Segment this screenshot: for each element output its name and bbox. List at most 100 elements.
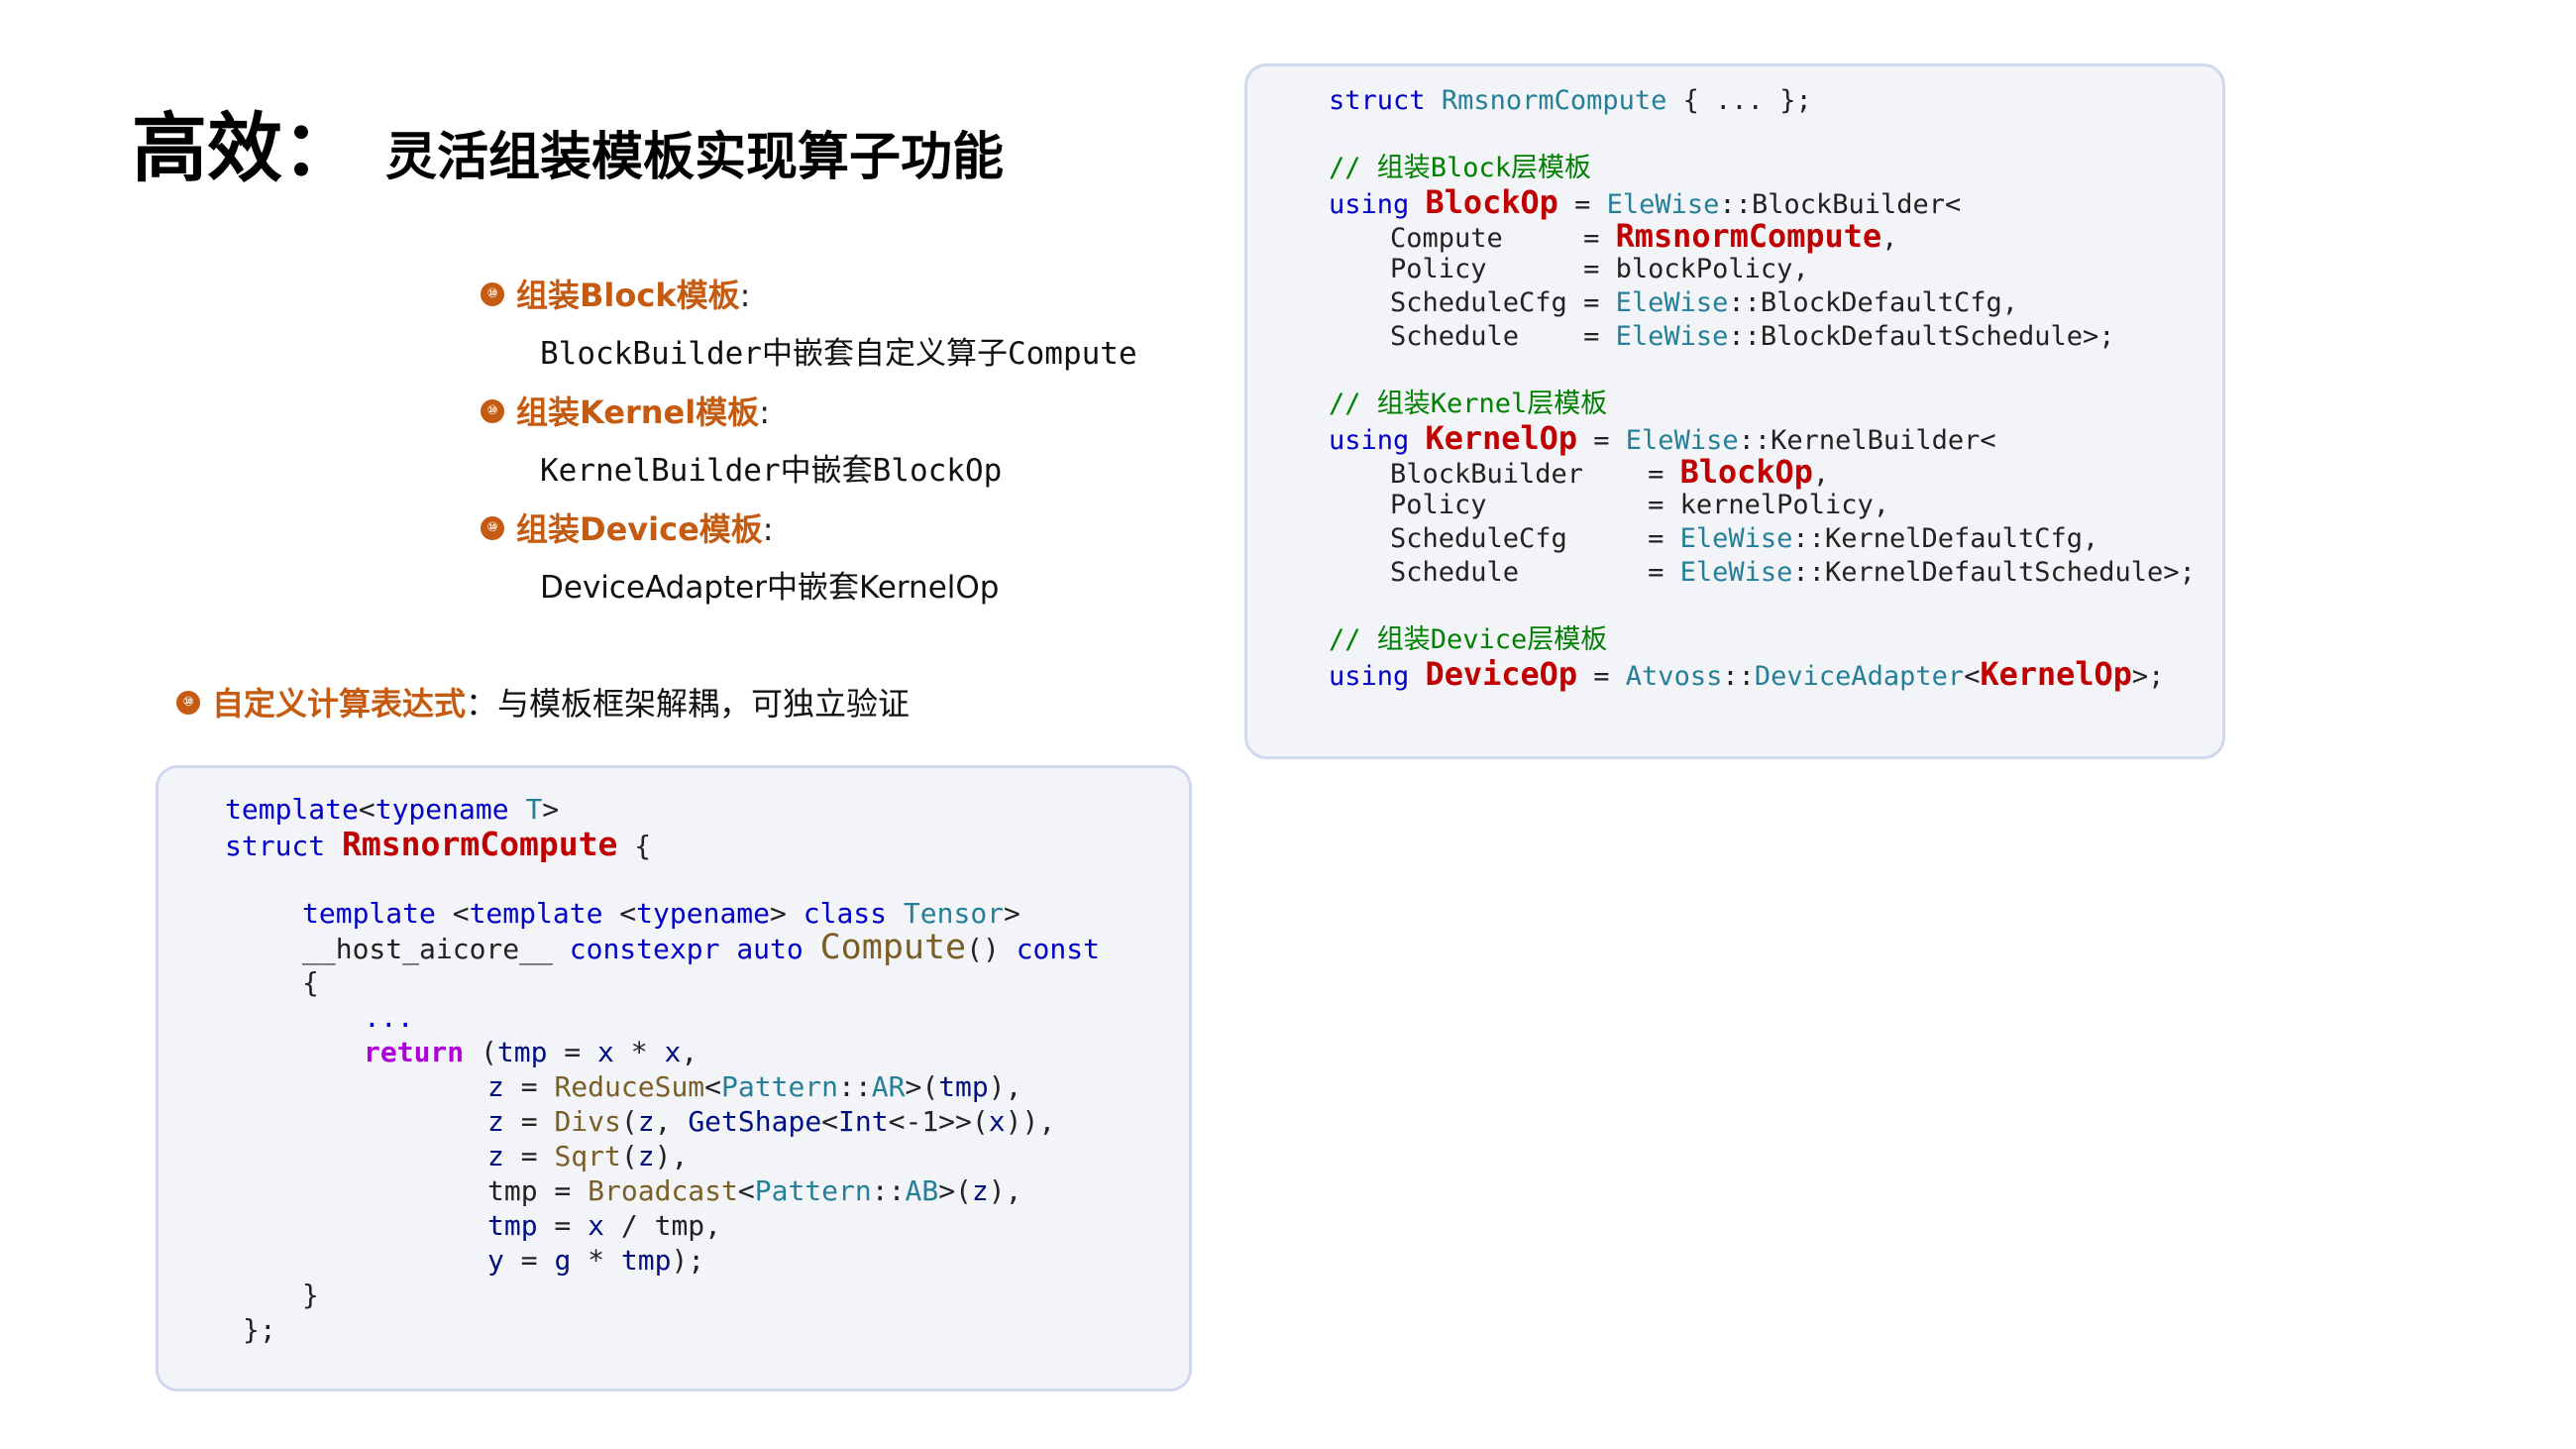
code-line-using-blockop: using BlockOp = EleWise::BlockBuilder< [1329,185,2222,220]
scope-separator: :: [1722,661,1755,692]
keyword: template [302,897,436,930]
type-param: T [525,793,543,826]
variable: tmp [487,1174,538,1207]
code-comment-kernel: // 组装Kernel层模板 [1329,388,2222,421]
punct: , [654,1105,689,1138]
operator: = [1593,661,1610,692]
scope-separator: :: [1792,557,1825,588]
type-name: Pattern [754,1174,872,1207]
code-param-blockbuilder: BlockBuilder = BlockOp, [1329,453,2222,491]
code-expr-divs: z = Divs(z, GetShape<Int<-1>>(x)), [225,1104,1189,1139]
keyword: template [225,793,359,826]
punct: < [452,897,470,930]
bullet-heading-device: ⑩ 组装Device模板: [481,500,1234,559]
operator: = [537,1209,589,1242]
param-key: BlockBuilder [1390,459,1584,490]
code-return-line: return (tmp = x * x, [225,1035,1189,1069]
punct: , [1812,459,1830,490]
colon: : [739,277,751,314]
param-value: blockPolicy [1615,254,1793,284]
function-name: Divs [554,1105,621,1138]
namespace: EleWise [1615,321,1729,352]
bullet-description-block: BlockBuilder中嵌套自定义算子Compute [540,336,1137,372]
punct: > [770,897,787,930]
bullet-description-kernel: KernelBuilder中嵌套BlockOp [540,453,1003,489]
type-name: Pattern [721,1070,839,1103]
title-main: 高效： [132,104,358,192]
operator: = [503,1105,555,1138]
code-expr-divide: tmp = x / tmp, [225,1208,1189,1243]
punct: () [966,933,1000,965]
operator: = [547,1036,598,1068]
operator: = [1593,425,1610,456]
operator: = [1648,557,1664,588]
code-param-policy: Policy = blockPolicy, [1329,253,2222,286]
operator: = [503,1070,555,1103]
param-value: BlockDefaultCfg [1760,287,2002,318]
punct: ( [481,1036,497,1068]
type-name: AR [871,1070,906,1103]
punct: ( [620,1105,638,1138]
punct: , [1881,223,1898,254]
struct-name: RmsnormCompute [342,825,618,863]
code-param-schedulecfg: ScheduleCfg = EleWise::KernelDefaultCfg, [1329,522,2222,556]
param-value: RmsnormCompute [1615,217,1882,255]
builder-name: KernelBuilder< [1771,425,1996,456]
note-colon: ： [466,685,498,723]
note-text: 与模板框架解耦，可独立验证 [497,685,911,723]
code-param-compute: Compute = RmsnormCompute, [1329,217,2222,255]
operator: = [1648,523,1664,554]
code-comment-device: // 组装Device层模板 [1329,623,2222,657]
title-subtitle: 灵活组装模板实现算子功能 [385,128,1005,187]
punct: , [1792,254,1809,284]
operator: = [537,1174,589,1207]
bullet-list: ⑩ 组装Block模板: BlockBuilder中嵌套自定义算子Compute … [481,266,1234,616]
function-name: Broadcast [588,1174,738,1207]
namespace: EleWise [1679,523,1793,554]
param-key: Compute [1390,223,1503,254]
punct: < [1964,661,1981,692]
code-expr-reducesum: z = ReduceSum<Pattern::AR>(tmp), [225,1069,1189,1104]
param-key: Schedule [1390,321,1520,352]
keyword: const [1016,933,1100,965]
function-name: Sqrt [554,1140,621,1172]
code-param-schedule: Schedule = EleWise::BlockDefaultSchedule… [1329,320,2222,354]
template-assembly-code-panel: struct RmsnormCompute { ... }; // 组装Bloc… [1244,63,2225,759]
namespace: EleWise [1606,189,1720,220]
code-line-template: template<typename T> [225,792,1189,827]
punct: }; [243,1313,276,1346]
keyword: using [1329,189,1410,220]
keyword: auto [736,933,804,965]
punct: < [358,793,376,826]
param-value: kernelPolicy [1679,490,1874,520]
comment: // 组装Device层模板 [1329,624,1608,655]
bullet-description-device: DeviceAdapter中嵌套KernelOp [540,570,1000,606]
operator: = [1583,223,1600,254]
punct: ), [654,1140,689,1172]
keyword: struct [225,830,326,862]
operator: * [571,1244,621,1277]
variable: y [487,1244,504,1277]
operator: = [1648,490,1664,520]
note-heading: 自定义计算表达式 [212,685,467,723]
keyword: class [803,897,888,930]
function-name: GetShape [688,1105,822,1138]
alias-name: DeviceOp [1425,655,1577,693]
variable: tmp [487,1209,538,1242]
variable: z [487,1105,504,1138]
param-value: BlockOp [1679,453,1813,491]
punct: { [302,966,319,999]
colon: : [759,393,770,431]
keyword: constexpr [569,933,720,965]
operator: / [604,1209,655,1242]
punct: < [619,897,637,930]
code-line-inner-template: template <template <typename> class Tens… [225,896,1189,931]
punct: ); [671,1244,705,1277]
param-value: KernelDefaultCfg [1824,523,2084,554]
function-name: ReduceSum [554,1070,705,1103]
code-ellipsis: ... [225,1000,1189,1035]
variable: z [637,1140,655,1172]
scope-separator: :: [871,1174,906,1207]
variable: tmp [654,1209,705,1242]
